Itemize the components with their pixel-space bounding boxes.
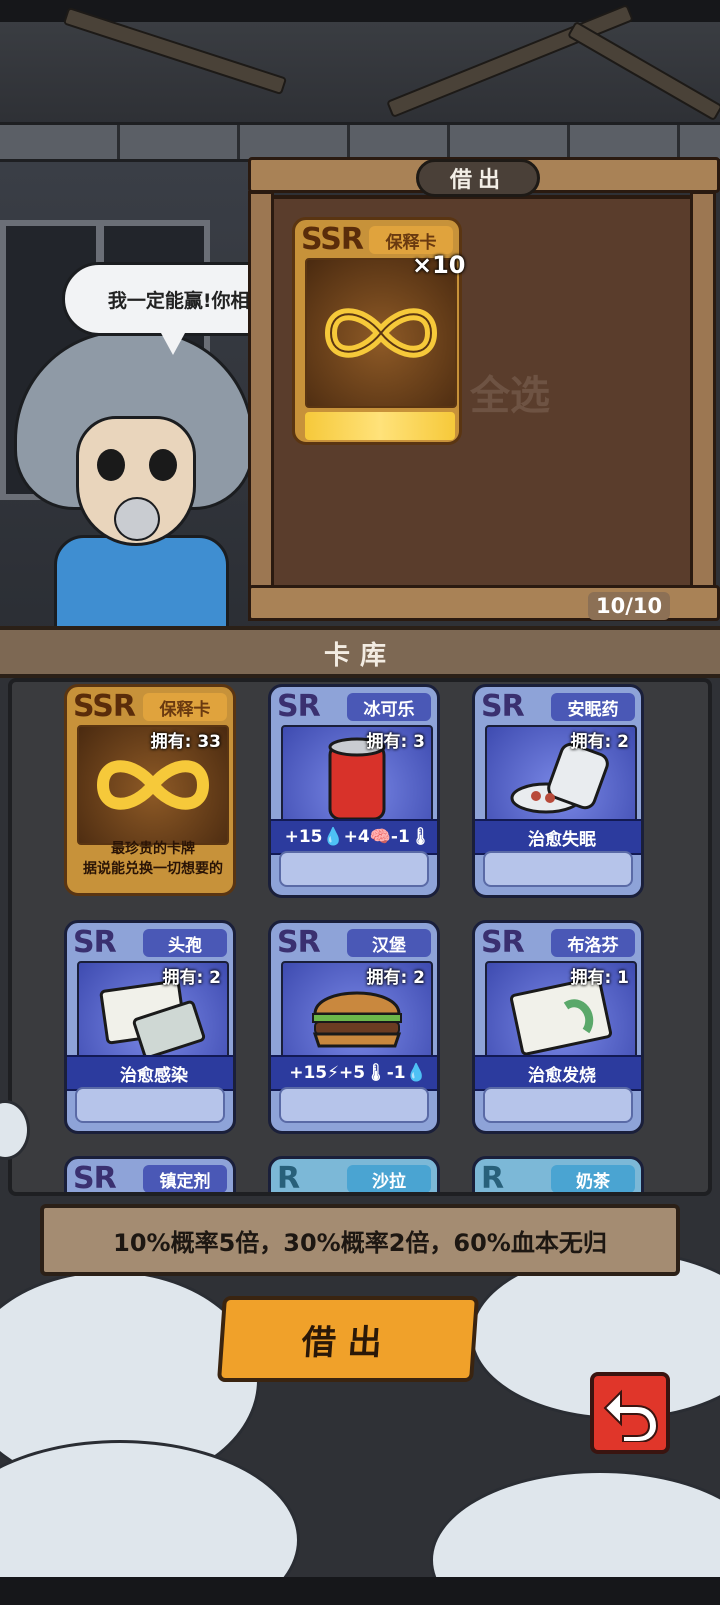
eye (97, 449, 125, 481)
card-library[interactable]: SSR 保释卡 拥有: 33 最珍贵的卡牌 据说能兑换一切想要的 SR 冰可乐 (8, 678, 712, 1196)
medicine-box-icon (509, 976, 613, 1056)
card-base (279, 1087, 429, 1123)
card-base (483, 1087, 633, 1123)
card-tag: 保释卡 (143, 693, 227, 721)
navigation-bar (0, 1577, 720, 1605)
card-tag: 头孢 (143, 929, 227, 957)
character-shirt (54, 535, 229, 640)
odds-text: 10%概率5倍，30%概率2倍，60%血本无归 (113, 1228, 607, 1257)
card-tag: 保释卡 (369, 226, 453, 254)
card-tag: 布洛芬 (551, 929, 635, 957)
medicine-box-icon (99, 979, 206, 1056)
card-sr-cola[interactable]: SR 冰可乐 拥有: 3 +15💧+4🧠-1🌡 (268, 684, 440, 898)
card-rank: R (277, 1161, 300, 1196)
card-rank: SR (277, 689, 321, 724)
owned-count: 拥有: 1 (570, 968, 629, 988)
card-multiplier: ×10 (412, 251, 466, 279)
odds-sign: 10%概率5倍，30%概率2倍，60%血本无归 (40, 1204, 680, 1276)
character-face (76, 416, 196, 546)
card-tag: 沙拉 (347, 1165, 431, 1192)
card-r-salad[interactable]: R 沙拉 (268, 1156, 440, 1196)
card-rank: SR (277, 925, 321, 960)
card-rank: SR (481, 925, 525, 960)
card-art (305, 258, 457, 408)
card-rank: SR (73, 1161, 117, 1196)
desc-line: 据说能兑换一切想要的 (83, 861, 223, 877)
lend-frame: 借出 全选 SSR 保释卡 ×10 10/10 (248, 155, 720, 625)
lend-count: 10/10 (588, 592, 671, 620)
roof-beam (566, 20, 720, 122)
eye (149, 449, 177, 481)
card-base (483, 851, 633, 887)
library-title: 卡库 (323, 640, 396, 671)
select-all-button[interactable]: 全选 (470, 363, 550, 421)
infinity-icon (96, 760, 210, 810)
card-sr-ibuprofen[interactable]: SR 布洛芬 拥有: 1 治愈发烧 (472, 920, 644, 1134)
card-r-milk-tea[interactable]: R 奶茶 (472, 1156, 644, 1196)
owned-count: 拥有: 2 (570, 732, 629, 752)
card-rank: SR (73, 925, 117, 960)
lend-button-label: 借出 (300, 1322, 396, 1363)
game-scene: 我一定能赢!你相信我! 借出 全选 SSR 保释卡 ×10 10/10 卡库 S… (0, 0, 720, 1605)
card-effect: +15⚡+5🌡-1💧 (271, 1055, 437, 1091)
card-sr-cephalosporin[interactable]: SR 头孢 拥有: 2 治愈感染 (64, 920, 236, 1134)
card-ssr-bail[interactable]: SSR 保释卡 拥有: 33 最珍贵的卡牌 据说能兑换一切想要的 (64, 684, 236, 896)
desc-line: 最珍贵的卡牌 (111, 841, 195, 857)
card-base (75, 1087, 225, 1123)
owned-count: 拥有: 33 (150, 732, 221, 752)
card-rank: SR (481, 689, 525, 724)
card-effect: +15💧+4🧠-1🌡 (271, 819, 437, 855)
lend-title: 借出 (416, 159, 540, 197)
prisoner-character (14, 330, 264, 640)
owned-count: 拥有: 3 (366, 732, 425, 752)
lend-button[interactable]: 借出 (216, 1296, 480, 1382)
card-tag: 镇定剂 (143, 1165, 227, 1192)
card-tag: 冰可乐 (347, 693, 431, 721)
card-gold-base (305, 412, 455, 440)
pill-jar-icon (510, 742, 609, 814)
card-sr-sedative[interactable]: SR 镇定剂 (64, 1156, 236, 1196)
back-arrow-icon (603, 1389, 659, 1442)
card-rank: SSR (301, 222, 364, 257)
card-sr-sleeping-pills[interactable]: SR 安眠药 拥有: 2 治愈失眠 (472, 684, 644, 898)
owned-count: 拥有: 2 (162, 968, 221, 988)
card-tag: 汉堡 (347, 929, 431, 957)
owned-count: 拥有: 2 (366, 968, 425, 988)
infinity-icon (324, 308, 438, 358)
card-effect: 治愈失眠 (475, 819, 641, 855)
card-effect: 治愈发烧 (475, 1055, 641, 1091)
roof-beam (386, 3, 634, 119)
card-sr-burger[interactable]: SR 汉堡 拥有: 2 +15⚡+5🌡-1💧 (268, 920, 440, 1134)
card-description: 最珍贵的卡牌 据说能兑换一切想要的 (73, 839, 233, 879)
card-base (279, 851, 429, 887)
frame-post (248, 191, 274, 621)
burger-icon (312, 991, 402, 1048)
frame-post (690, 191, 716, 621)
card-tag: 安眠药 (551, 693, 635, 721)
character-beard (114, 497, 160, 541)
back-button[interactable] (590, 1372, 670, 1454)
card-rank: R (481, 1161, 504, 1196)
card-tag: 奶茶 (551, 1165, 635, 1192)
card-rank: SSR (73, 689, 136, 724)
card-effect: 治愈感染 (67, 1055, 233, 1091)
